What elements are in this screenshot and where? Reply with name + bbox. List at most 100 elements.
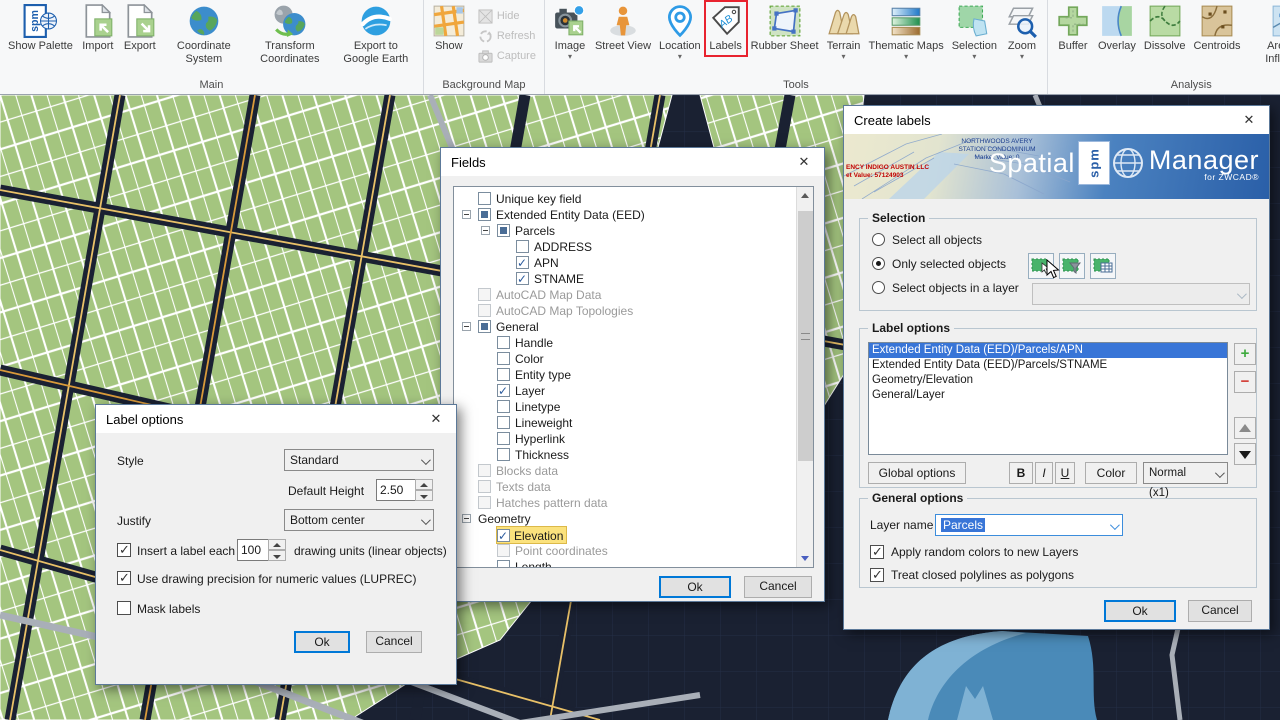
close-icon[interactable]: ✕ — [426, 411, 446, 427]
insert-each-stepper[interactable]: 100 — [237, 539, 286, 561]
tree-checkbox[interactable] — [478, 496, 491, 509]
close-icon[interactable]: ✕ — [1239, 112, 1259, 128]
tree-checkbox[interactable] — [497, 224, 510, 237]
tree-item-autocad-map-data[interactable]: AutoCAD Map Data — [454, 287, 813, 303]
text-size-combo[interactable]: Normal (x1) — [1143, 462, 1228, 484]
collapse-icon[interactable] — [481, 226, 490, 235]
label-options-titlebar[interactable]: Label options ✕ — [96, 405, 456, 433]
italic-button[interactable]: I — [1035, 462, 1053, 484]
move-down-button[interactable] — [1234, 443, 1256, 465]
ribbon-button-coordinate-system[interactable]: Coordinate System — [162, 2, 246, 67]
ribbon-button-transform-coordinates[interactable]: Transform Coordinates — [248, 2, 332, 67]
scroll-down-icon[interactable] — [797, 550, 814, 567]
ribbon-button-import[interactable]: Import — [78, 2, 118, 55]
tree-item-hyperlink[interactable]: Hyperlink — [454, 431, 813, 447]
collapse-icon[interactable] — [462, 210, 471, 219]
radio-select-objects-in-a-layer[interactable]: Select objects in a layer — [872, 281, 1019, 295]
tree-item-color[interactable]: Color — [454, 351, 813, 367]
radio-only-selected-objects[interactable]: Only selected objects — [872, 257, 1006, 271]
ribbon-button-dissolve[interactable]: Dissolve — [1141, 2, 1189, 55]
tree-item-geometry[interactable]: Geometry — [454, 511, 813, 527]
ribbon-button-show[interactable]: Show — [429, 2, 469, 55]
label-fields-listbox[interactable]: Extended Entity Data (EED)/Parcels/APNEx… — [868, 342, 1228, 455]
insert-label-checkbox[interactable] — [117, 543, 131, 557]
ribbon-button-buffer[interactable]: Buffer — [1053, 2, 1093, 55]
default-height-stepper[interactable]: 2.50 — [376, 479, 433, 501]
spin-up-icon[interactable] — [415, 479, 433, 490]
tree-checkbox[interactable] — [497, 400, 510, 413]
spin-up-icon[interactable] — [268, 539, 286, 550]
cad-canvas[interactable]: Fields ✕ Unique key fieldExtended Entity… — [0, 95, 1280, 720]
justify-combo[interactable]: Bottom center — [284, 509, 434, 531]
highlighted-tree-item[interactable]: Elevation — [497, 527, 566, 543]
tree-checkbox[interactable] — [497, 432, 510, 445]
tree-item-length[interactable]: Length — [454, 559, 813, 568]
tree-checkbox[interactable] — [497, 368, 510, 381]
ribbon-button-areas-of-influence[interactable]: Areas of Influence — [1246, 2, 1280, 67]
tree-item-general[interactable]: General — [454, 319, 813, 335]
tree-checkbox[interactable] — [497, 336, 510, 349]
ribbon-button-terrain[interactable]: Terrain▾ — [824, 2, 864, 62]
tree-checkbox[interactable] — [478, 208, 491, 221]
label-options-cancel-button[interactable]: Cancel — [366, 631, 422, 653]
checkbox-icon[interactable] — [870, 568, 884, 582]
tree-checkbox[interactable] — [497, 416, 510, 429]
scroll-up-icon[interactable] — [797, 187, 814, 204]
mask-labels-checkbox[interactable] — [117, 601, 131, 615]
radio-button-icon[interactable] — [872, 257, 885, 270]
ribbon-button-show-palette[interactable]: spmShow Palette — [5, 2, 76, 55]
tree-item-linetype[interactable]: Linetype — [454, 399, 813, 415]
tree-item-lineweight[interactable]: Lineweight — [454, 415, 813, 431]
label-list-item[interactable]: Extended Entity Data (EED)/Parcels/STNAM… — [869, 358, 1227, 373]
global-options-button[interactable]: Global options — [868, 462, 966, 484]
tree-item-extended-entity-data-eed[interactable]: Extended Entity Data (EED) — [454, 207, 813, 223]
ribbon-button-zoom[interactable]: Zoom▾ — [1002, 2, 1042, 62]
tree-checkbox[interactable] — [516, 256, 529, 269]
fields-ok-button[interactable]: Ok — [659, 576, 731, 598]
ribbon-button-street-view[interactable]: Street View — [592, 2, 654, 55]
tree-checkbox[interactable] — [478, 320, 491, 333]
tree-checkbox[interactable] — [478, 288, 491, 301]
color-button[interactable]: Color — [1085, 462, 1137, 484]
select-objects-button[interactable] — [1028, 253, 1054, 279]
bold-button[interactable]: B — [1009, 462, 1033, 484]
ribbon-button-labels[interactable]: ABLabels — [706, 2, 746, 55]
create-labels-titlebar[interactable]: Create labels ✕ — [844, 106, 1269, 134]
close-icon[interactable]: ✕ — [794, 154, 814, 170]
remove-label-button[interactable]: − — [1234, 371, 1256, 393]
collapse-icon[interactable] — [462, 322, 471, 331]
underline-button[interactable]: U — [1055, 462, 1075, 484]
tree-item-texts-data[interactable]: Texts data — [454, 479, 813, 495]
tree-checkbox[interactable] — [478, 464, 491, 477]
spin-down-icon[interactable] — [268, 550, 286, 561]
fields-tree[interactable]: Unique key fieldExtended Entity Data (EE… — [453, 186, 814, 568]
tree-checkbox[interactable] — [516, 272, 529, 285]
ribbon-button-export-to-google-earth[interactable]: Export to Google Earth — [334, 2, 418, 67]
layer-name-combo[interactable]: Parcels — [935, 514, 1123, 536]
ribbon-button-overlay[interactable]: Overlay — [1095, 2, 1139, 55]
create-labels-cancel-button[interactable]: Cancel — [1188, 600, 1252, 622]
tree-item-layer[interactable]: Layer — [454, 383, 813, 399]
tree-item-elevation[interactable]: Elevation — [454, 527, 813, 543]
tree-checkbox[interactable] — [497, 529, 510, 542]
tree-item-entity-type[interactable]: Entity type — [454, 367, 813, 383]
checkbox-icon[interactable] — [870, 545, 884, 559]
checkbox-apply-random-colors-to-new-layers[interactable]: Apply random colors to new Layers — [870, 545, 1078, 559]
tree-item-unique-key-field[interactable]: Unique key field — [454, 191, 813, 207]
luprec-checkbox[interactable] — [117, 571, 131, 585]
style-combo[interactable]: Standard — [284, 449, 434, 471]
radio-button-icon[interactable] — [872, 233, 885, 246]
tree-checkbox[interactable] — [478, 480, 491, 493]
ribbon-button-thematic-maps[interactable]: Thematic Maps▾ — [866, 2, 947, 62]
ribbon-button-rubber-sheet[interactable]: Rubber Sheet — [748, 2, 822, 55]
ribbon-button-selection[interactable]: Selection▾ — [949, 2, 1000, 62]
collapse-icon[interactable] — [462, 514, 471, 523]
tree-checkbox[interactable] — [497, 544, 510, 557]
tree-item-thickness[interactable]: Thickness — [454, 447, 813, 463]
select-filter-button[interactable] — [1059, 253, 1085, 279]
tree-checkbox[interactable] — [497, 352, 510, 365]
tree-item-hatches-pattern-data[interactable]: Hatches pattern data — [454, 495, 813, 511]
insert-each-value[interactable]: 100 — [237, 539, 269, 561]
ribbon-button-location[interactable]: Location▾ — [656, 2, 704, 62]
ribbon-button-image[interactable]: Image▾ — [550, 2, 590, 62]
